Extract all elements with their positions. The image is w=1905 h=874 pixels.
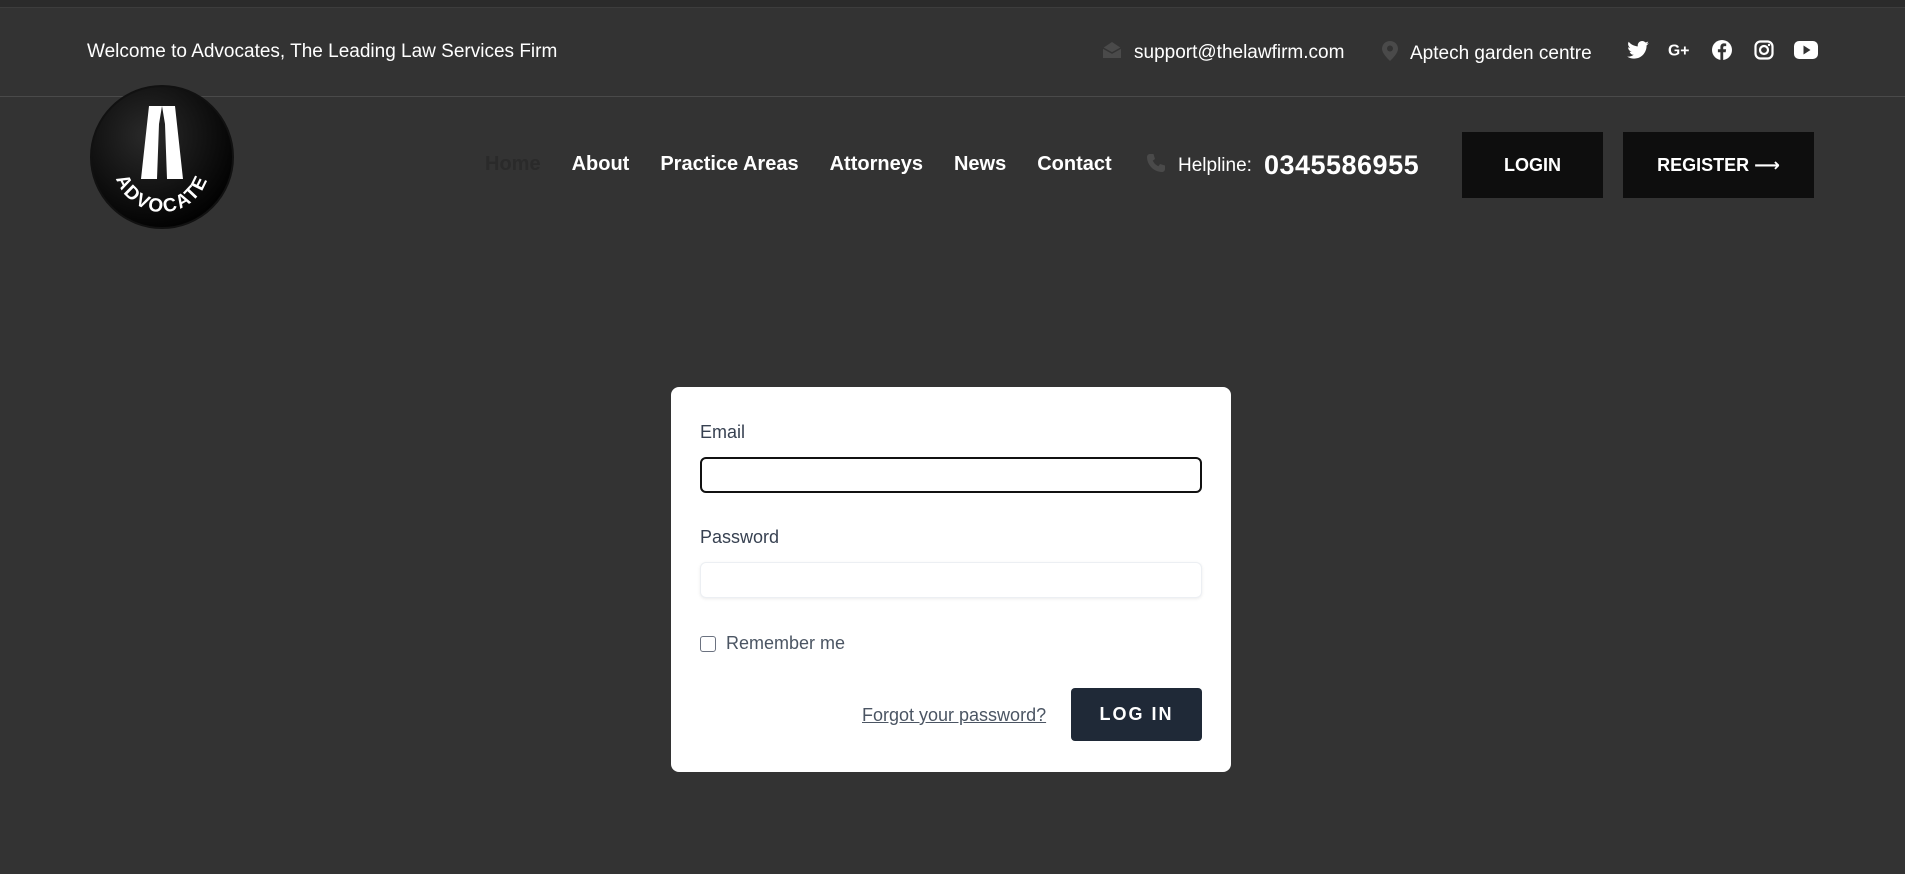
envelope-icon: [1102, 41, 1122, 65]
remember-me-checkbox[interactable]: [700, 635, 716, 652]
address-contact: Aptech garden centre: [1382, 41, 1592, 67]
browser-top-strip: [0, 0, 1905, 8]
remember-me-label[interactable]: Remember me: [726, 633, 845, 654]
instagram-icon[interactable]: [1752, 38, 1776, 62]
log-in-button[interactable]: LOG IN: [1071, 688, 1202, 741]
email-label: Email: [700, 422, 746, 442]
address-text: Aptech garden centre: [1410, 43, 1592, 64]
social-links: G+: [1626, 38, 1818, 62]
nav-item-attorneys[interactable]: Attorneys: [830, 153, 923, 176]
top-info-bar: Welcome to Advocates, The Leading Law Se…: [0, 8, 1905, 97]
password-field[interactable]: [700, 562, 1202, 598]
helpline-number[interactable]: 0345586955: [1264, 150, 1419, 181]
nav-item-home[interactable]: Home: [485, 153, 541, 176]
email-field[interactable]: [700, 457, 1202, 493]
password-label: Password: [700, 527, 780, 547]
welcome-text: Welcome to Advocates, The Leading Law Se…: [87, 41, 558, 62]
email-text: support@thelawfirm.com: [1134, 42, 1345, 63]
forgot-password-link[interactable]: Forgot your password?: [862, 705, 1046, 726]
youtube-icon[interactable]: [1794, 38, 1818, 62]
login-card: Email Password Remember me Forgot your p…: [671, 387, 1231, 772]
map-pin-icon: [1382, 41, 1398, 67]
remember-me: Remember me: [700, 633, 845, 654]
google-plus-icon[interactable]: G+: [1668, 38, 1692, 62]
advocate-logo[interactable]: ADVOCATE: [89, 84, 235, 230]
svg-text:G+: G+: [1668, 43, 1689, 59]
nav-item-practice-areas[interactable]: Practice Areas: [660, 153, 798, 176]
nav-item-about[interactable]: About: [572, 153, 630, 176]
facebook-icon[interactable]: [1710, 38, 1734, 62]
twitter-icon[interactable]: [1626, 38, 1650, 62]
helpline: Helpline: 0345586955: [1146, 150, 1419, 181]
phone-icon: [1146, 153, 1166, 178]
email-contact[interactable]: support@thelawfirm.com: [1102, 41, 1344, 65]
helpline-label: Helpline:: [1178, 154, 1252, 176]
register-button[interactable]: REGISTER ⟶: [1623, 132, 1814, 198]
nav-item-contact[interactable]: Contact: [1037, 153, 1111, 176]
nav-item-news[interactable]: News: [954, 153, 1006, 176]
main-nav: Home About Practice Areas Attorneys News…: [485, 153, 1112, 176]
login-button[interactable]: LOGIN: [1462, 132, 1603, 198]
